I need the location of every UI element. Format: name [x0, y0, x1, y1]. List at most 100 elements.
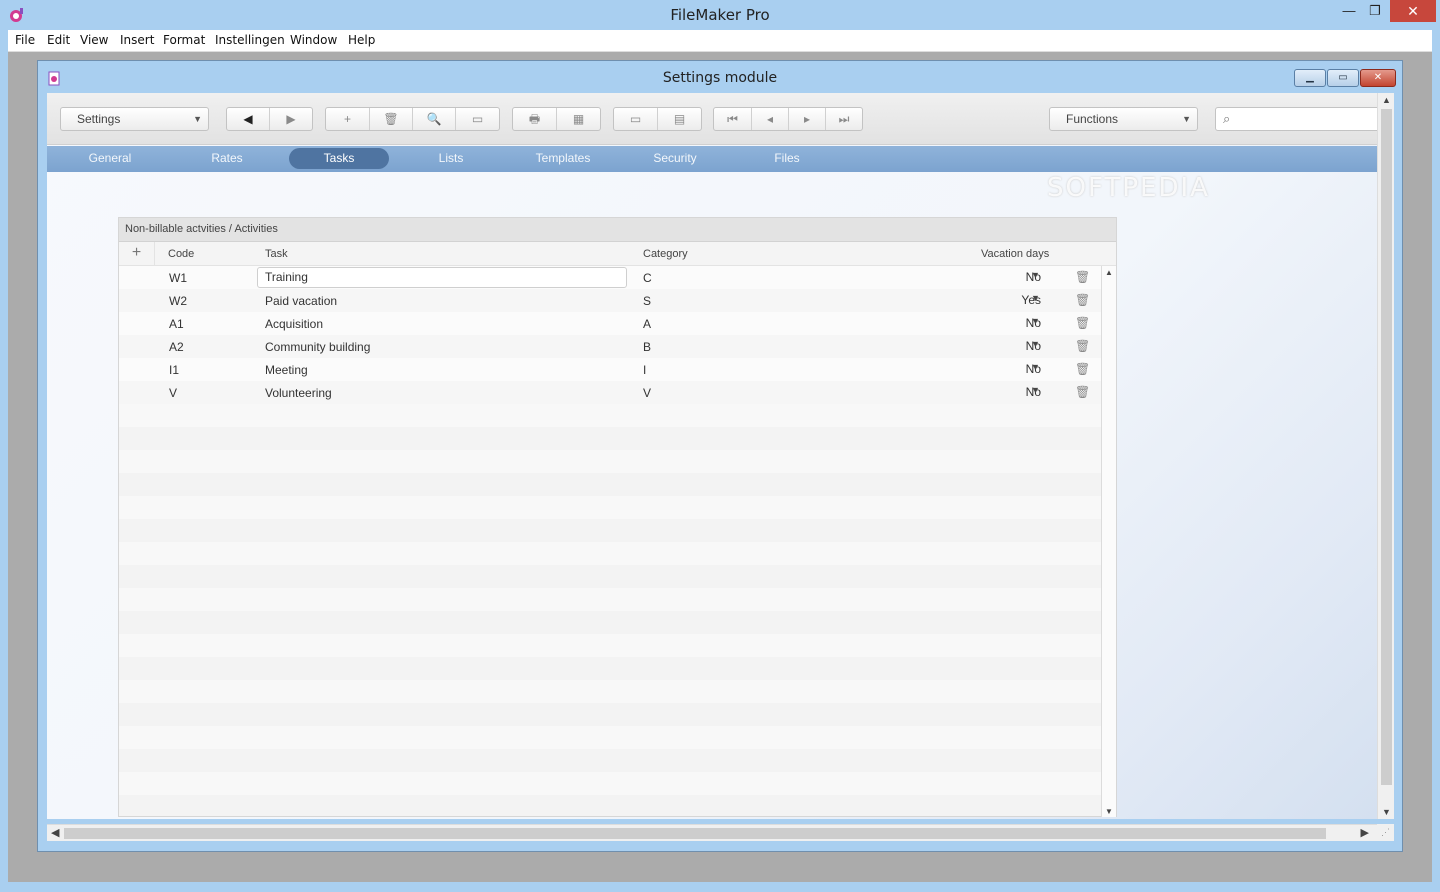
scroll-up-icon[interactable]: ▲: [1378, 95, 1395, 105]
trash-icon[interactable]: 🗑: [1075, 270, 1090, 284]
app-maximize-button[interactable]: ❐: [1360, 0, 1390, 22]
functions-select[interactable]: Functions ▼: [1049, 107, 1198, 131]
resize-grip-icon[interactable]: ⋰: [1377, 824, 1394, 841]
trash-icon[interactable]: 🗑: [1075, 339, 1090, 353]
menu-help[interactable]: Help: [348, 33, 375, 47]
tab-templates[interactable]: Templates: [513, 150, 613, 172]
toolbar: Settings ▼ ◀ ▶ + 🗑 🔍 ▭ 🖶 ▦ ▭ ▤ ⏮ ◂ ▸ ⏭ F…: [47, 93, 1379, 145]
portal-rows: W1 Training C No ▼ 🗑 W2 Paid vacation S …: [119, 266, 1102, 404]
menu-window[interactable]: Window: [290, 33, 337, 47]
cell-code[interactable]: A2: [169, 340, 184, 354]
list-view-button[interactable]: ▤: [658, 108, 701, 130]
menu-edit[interactable]: Edit: [47, 33, 70, 47]
tab-lists[interactable]: Lists: [401, 150, 501, 172]
horizontal-scrollbar[interactable]: ◀ ▶: [47, 824, 1377, 841]
cell-task[interactable]: Acquisition: [265, 317, 323, 331]
output-button-group: 🖶 ▦: [512, 107, 601, 131]
scroll-down-icon[interactable]: ▼: [1102, 807, 1116, 816]
export-button[interactable]: ▦: [557, 108, 600, 130]
chevron-down-icon[interactable]: ▼: [1031, 316, 1040, 326]
menu-file[interactable]: File: [15, 33, 35, 47]
scroll-left-icon[interactable]: ◀: [51, 826, 59, 839]
view-button-group: ▭ ▤: [613, 107, 702, 131]
column-header-vacation-days: Vacation days: [981, 248, 1050, 260]
table-row[interactable]: A1 Acquisition A No ▼ 🗑: [119, 312, 1102, 335]
layout-select[interactable]: Settings ▼: [60, 107, 209, 131]
menu-view[interactable]: View: [80, 33, 108, 47]
cell-task[interactable]: Meeting: [265, 363, 308, 377]
cell-code[interactable]: W1: [169, 271, 187, 285]
menu-instellingen[interactable]: Instellingen: [215, 33, 285, 47]
chevron-down-icon[interactable]: ▼: [1031, 385, 1040, 395]
app-close-button[interactable]: ✕: [1390, 0, 1436, 22]
chevron-down-icon: ▼: [193, 114, 202, 124]
cell-category[interactable]: S: [643, 294, 651, 308]
cell-category[interactable]: V: [643, 386, 651, 400]
document-window: Settings module ▁ ▭ ✕ Settings ▼ ◀ ▶ + 🗑…: [37, 60, 1403, 852]
cell-code[interactable]: I1: [169, 363, 179, 377]
table-row[interactable]: I1 Meeting I No ▼ 🗑: [119, 358, 1102, 381]
cell-code[interactable]: W2: [169, 294, 187, 308]
table-row[interactable]: W2 Paid vacation S Yes ▼ 🗑: [119, 289, 1102, 312]
column-header-category: Category: [643, 248, 688, 260]
show-all-button[interactable]: ▭: [456, 108, 499, 130]
cell-code[interactable]: V: [169, 386, 177, 400]
nav-button-group: ◀ ▶: [226, 107, 313, 131]
trash-icon[interactable]: 🗑: [1075, 385, 1090, 399]
trash-icon[interactable]: 🗑: [1075, 316, 1090, 330]
portal-title: Non-billable actvities / Activities: [119, 218, 1116, 242]
scroll-right-icon[interactable]: ▶: [1361, 826, 1369, 839]
first-record-button[interactable]: ⏮: [714, 108, 752, 130]
prev-record-button[interactable]: ◂: [752, 108, 789, 130]
column-header-code: Code: [168, 248, 195, 260]
trash-icon[interactable]: 🗑: [1075, 362, 1090, 376]
vertical-scrollbar[interactable]: ▲ ▼: [1377, 93, 1394, 819]
menubar: File Edit View Insert Format Instellinge…: [8, 30, 1432, 52]
tab-rates[interactable]: Rates: [177, 150, 277, 172]
cell-task[interactable]: Volunteering: [265, 386, 332, 400]
chevron-down-icon[interactable]: ▼: [1031, 339, 1040, 349]
tab-tasks[interactable]: Tasks: [289, 148, 389, 169]
cell-task[interactable]: Community building: [265, 340, 370, 354]
table-row[interactable]: W1 Training C No ▼ 🗑: [119, 266, 1102, 289]
last-record-button[interactable]: ⏭: [826, 108, 862, 130]
vertical-scroll-thumb[interactable]: [1381, 109, 1392, 785]
cell-category[interactable]: C: [643, 271, 652, 285]
menu-insert[interactable]: Insert: [120, 33, 154, 47]
doc-maximize-button[interactable]: ▭: [1327, 69, 1359, 87]
cell-task-field[interactable]: Training: [257, 267, 627, 288]
scroll-down-icon[interactable]: ▼: [1378, 807, 1395, 817]
cell-task[interactable]: Paid vacation: [265, 294, 337, 308]
softpedia-watermark: SOFTPEDIA: [1047, 173, 1210, 203]
doc-minimize-button[interactable]: ▁: [1294, 69, 1326, 87]
find-button[interactable]: 🔍: [413, 108, 456, 130]
form-view-button[interactable]: ▭: [614, 108, 658, 130]
tab-general[interactable]: General: [60, 150, 160, 172]
chevron-down-icon[interactable]: ▼: [1031, 362, 1040, 372]
table-row[interactable]: V Volunteering V No ▼ 🗑: [119, 381, 1102, 404]
table-row[interactable]: A2 Community building B No ▼ 🗑: [119, 335, 1102, 358]
next-record-button[interactable]: ▸: [789, 108, 826, 130]
print-button[interactable]: 🖶: [513, 108, 557, 130]
delete-record-button[interactable]: 🗑: [370, 108, 413, 130]
back-button[interactable]: ◀: [227, 108, 270, 130]
add-row-button[interactable]: +: [119, 242, 155, 266]
search-input[interactable]: ⌕: [1215, 107, 1379, 131]
scroll-up-icon[interactable]: ▲: [1102, 268, 1116, 277]
portal-scrollbar[interactable]: ▲ ▼: [1101, 266, 1116, 817]
app-title: FileMaker Pro: [670, 6, 770, 24]
cell-category[interactable]: I: [643, 363, 646, 377]
cell-category[interactable]: A: [643, 317, 651, 331]
tab-files[interactable]: Files: [737, 150, 837, 172]
chevron-down-icon[interactable]: ▼: [1031, 270, 1040, 280]
cell-code[interactable]: A1: [169, 317, 184, 331]
cell-category[interactable]: B: [643, 340, 651, 354]
menu-format[interactable]: Format: [163, 33, 205, 47]
new-record-button[interactable]: +: [326, 108, 370, 130]
tab-security[interactable]: Security: [625, 150, 725, 172]
doc-close-button[interactable]: ✕: [1360, 69, 1396, 87]
chevron-down-icon[interactable]: ▼: [1031, 293, 1040, 303]
trash-icon[interactable]: 🗑: [1075, 293, 1090, 307]
horizontal-scroll-thumb[interactable]: [64, 828, 1326, 839]
forward-button[interactable]: ▶: [270, 108, 312, 130]
